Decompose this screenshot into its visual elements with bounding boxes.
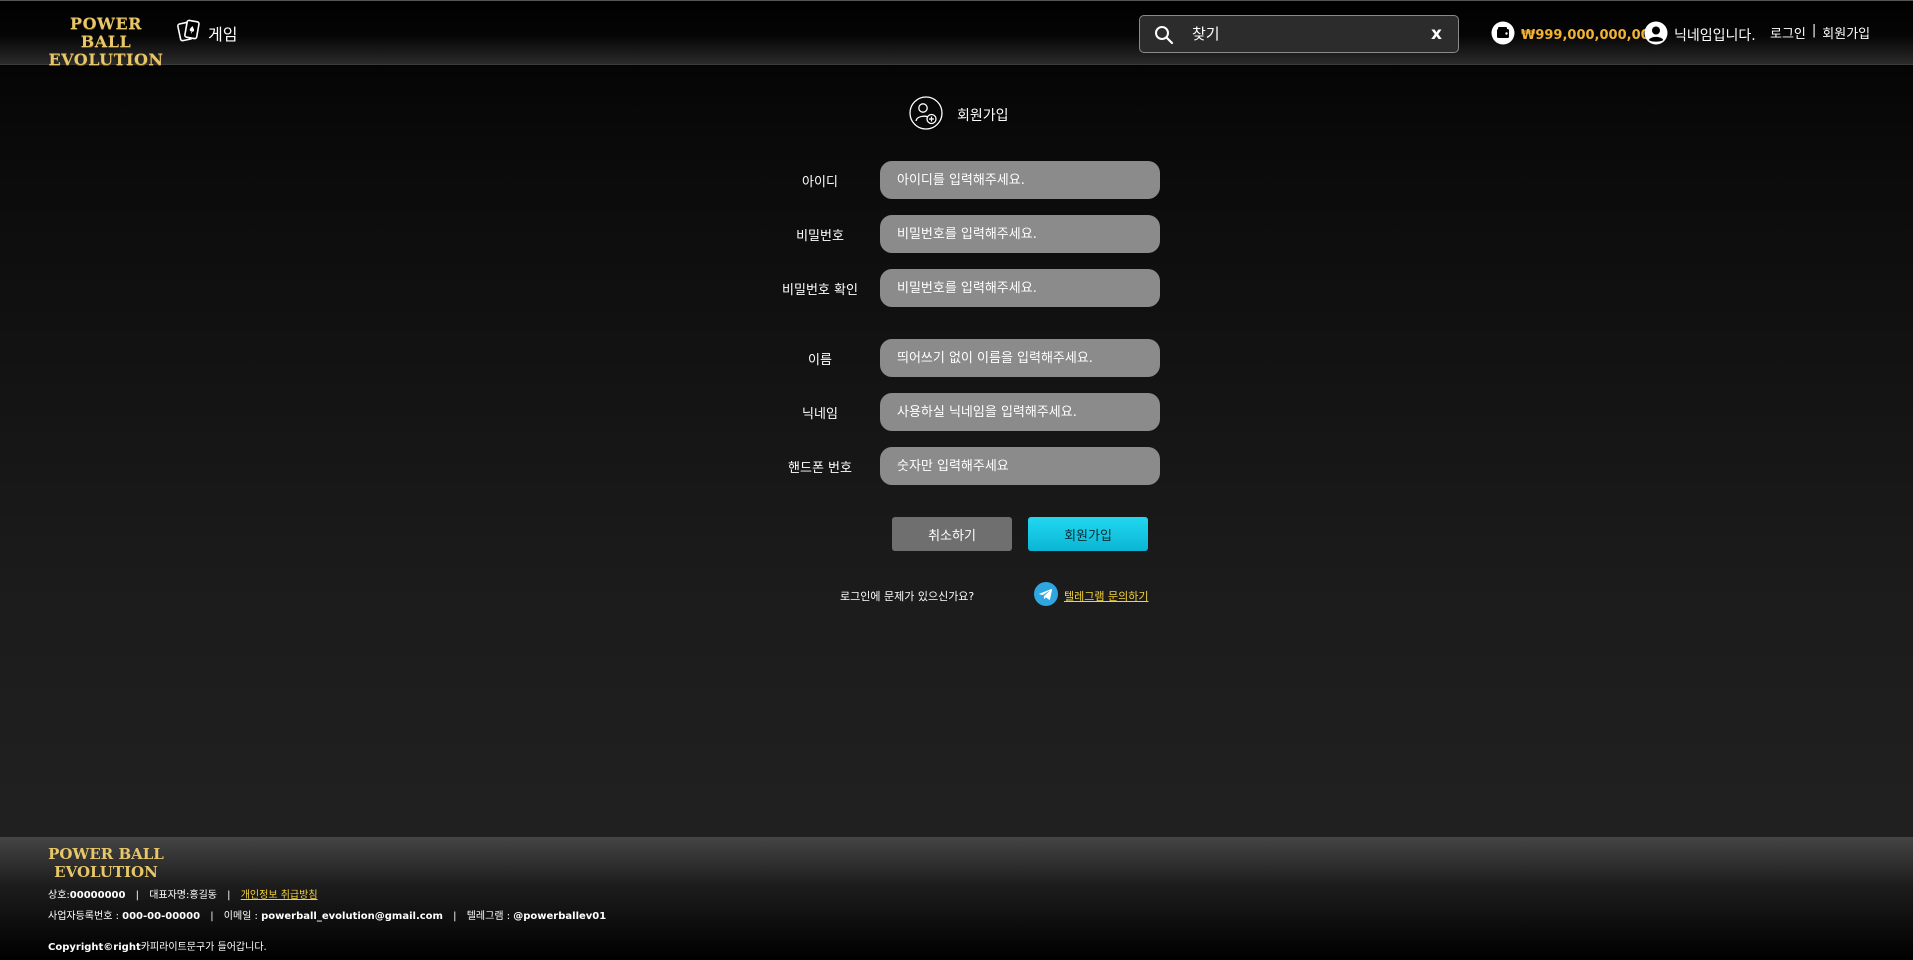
footer-company-line: 상호:00000000 | 대표자명:홍길동 | 개인정보 취급방침 [48,886,318,901]
login-link[interactable]: 로그인 [1770,23,1806,42]
game-menu-button[interactable]: 게임 [176,19,237,47]
wallet-balance[interactable]: ₩999,000,000,000 [1491,21,1659,49]
footer: POWER BALL EVOLUTION 상호:00000000 | 대표자명:… [0,837,1913,960]
auth-links: 로그인 | 회원가입 [1770,23,1870,42]
footer-sep: | [453,911,457,922]
form-row-name: 이름 [760,339,1160,377]
form-row-id: 아이디 [760,161,1160,199]
nickname-label: 닉네임 [802,407,838,422]
wallet-icon [1491,21,1515,49]
nickname-input[interactable] [880,393,1160,431]
password-label: 비밀번호 [796,229,844,244]
ceo-name: 대표자명:홍길동 [149,890,217,901]
logo[interactable]: POWER BALL EVOLUTION [46,14,166,69]
search-input[interactable] [1192,22,1412,46]
add-user-icon [909,96,943,134]
footer-logo-line-1: POWER BALL [48,845,164,863]
id-label: 아이디 [802,175,838,190]
email-value: powerball_evolution@gmail.com [261,911,443,922]
signup-submit-button[interactable]: 회원가입 [1028,517,1148,551]
telegram-icon [1034,582,1058,610]
name-label: 이름 [808,353,832,368]
copyright-prefix: Copyright©right [48,942,141,953]
telegram-contact-link[interactable]: 텔레그램 문의하기 [1064,588,1148,604]
search-icon[interactable] [1154,25,1174,49]
password-input[interactable] [880,215,1160,253]
game-menu-label: 게임 [208,25,238,44]
telegram-contact[interactable]: 텔레그램 문의하기 [1034,582,1148,610]
playing-cards-icon [176,18,202,48]
biz-label: 사업자등록번호 : [48,911,123,922]
footer-telegram-label: 텔레그램 : [466,911,514,922]
signup-link[interactable]: 회원가입 [1822,23,1870,42]
signup-title: 회원가입 [909,96,1009,134]
logo-line-1: POWER BALL [70,14,142,51]
footer-logo-line-2: EVOLUTION [54,863,158,881]
company-label: 상호: [48,890,70,901]
company-value: 00000000 [69,890,126,901]
phone-label: 핸드폰 번호 [788,461,852,476]
login-help-text: 로그인에 문제가 있으신가요? [840,590,975,603]
footer-sep: | [210,911,214,922]
phone-input[interactable] [880,447,1160,485]
footer-sep: | [135,890,140,901]
id-input[interactable] [880,161,1160,199]
email-label: 이메일 : [223,911,262,922]
search-box: x [1139,15,1459,53]
password-confirm-label: 비밀번호 확인 [782,283,858,298]
top-header: POWER BALL EVOLUTION 게임 x [0,0,1913,69]
auth-divider: | [1811,23,1817,38]
user-profile[interactable]: 닉네임입니다. [1644,21,1756,49]
search-clear-button[interactable]: x [1431,24,1442,44]
privacy-policy-link[interactable]: 개인정보 취급방침 [241,890,318,901]
footer-telegram-value: @powerballev01 [513,911,607,922]
password-confirm-input[interactable] [880,269,1160,307]
form-row-password: 비밀번호 [760,215,1160,253]
cancel-button[interactable]: 취소하기 [892,517,1012,551]
form-row-nickname: 닉네임 [760,393,1160,431]
wallet-amount: ₩999,000,000,000 [1521,27,1659,43]
form-row-password-confirm: 비밀번호 확인 [760,269,1160,307]
logo-line-2: EVOLUTION [48,50,164,69]
page-title: 회원가입 [957,108,1009,124]
user-avatar-icon [1644,21,1668,49]
biz-value: 000-00-00000 [122,911,201,922]
footer-logo: POWER BALL EVOLUTION [46,845,166,881]
footer-copyright: Copyright©right카피라이트문구가 들어갑니다. [48,938,267,953]
footer-business-line: 사업자등록번호 : 000-00-00000 | 이메일 : powerball… [48,907,606,922]
name-input[interactable] [880,339,1160,377]
footer-sep: | [227,890,231,901]
user-nickname: 닉네임입니다. [1674,28,1756,44]
copyright-text: 카피라이트문구가 들어갑니다. [140,942,267,953]
form-row-phone: 핸드폰 번호 [760,447,1160,485]
